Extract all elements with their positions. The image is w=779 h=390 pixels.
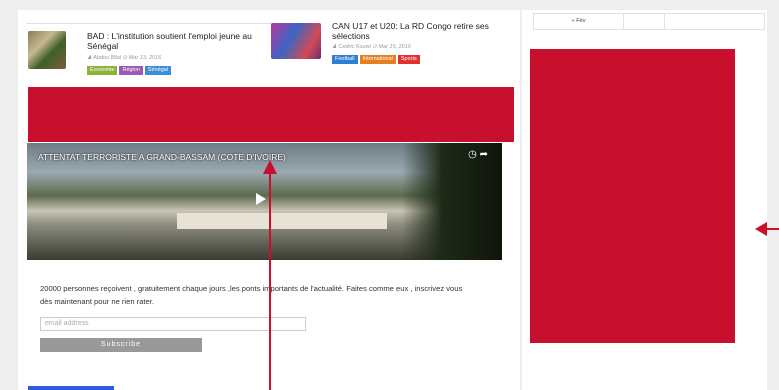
tag[interactable]: Région [119,66,143,75]
article-title[interactable]: CAN U17 et U20: La RD Congo retire ses s… [332,21,507,41]
user-icon: ♟ [332,44,337,50]
tag[interactable]: Economie [87,66,118,75]
article-author[interactable]: Abdou Bilal [93,55,121,61]
video-frame-foliage [402,143,502,260]
article-date: Mar 13, 2016 [128,55,162,61]
tag[interactable]: Sports [397,55,420,64]
sidebar-ad[interactable] [530,49,735,343]
annotation-arrow-line [766,228,779,230]
tag[interactable]: International [359,55,396,64]
article-title[interactable]: BAD : L'institution soutient l'emploi je… [87,31,267,51]
user-icon: ♟ [87,55,92,61]
article-thumbnail[interactable] [271,23,321,59]
annotation-arrow-line [269,174,271,390]
calendar-nav: « Fév [533,13,765,30]
calendar-prev-link[interactable]: « Fév [534,14,625,29]
article-meta: ♟ Abdou Bilal ⊙ Mar 13, 2016 [87,55,161,61]
annotation-arrow-head [263,160,277,174]
video-title[interactable]: ATTENTAT TERRORISTE A GRAND-BASSAM (COTE… [38,152,286,162]
clock-icon: ⊙ [122,55,128,61]
article-author[interactable]: Cedric Kouwi [338,44,370,50]
share-icon[interactable]: ➦ [480,149,488,160]
subscribe-button[interactable]: Subscribe [40,338,202,352]
divider [26,23,272,24]
tag-list: Football International Sports [332,55,420,64]
ad-banner[interactable] [28,87,514,142]
email-input[interactable]: email address [40,317,306,331]
newsletter-text: 20000 personnes reçoivent , gratuitement… [40,284,463,306]
play-icon[interactable] [256,193,266,205]
tag-list: Economie Région Sénégal [87,66,172,75]
article-date: Mar 15, 2016 [378,44,411,50]
calendar-nav-cell [624,14,665,29]
clock-icon: ⊙ [372,44,378,50]
video-frame-wall [177,213,387,229]
article-thumbnail[interactable] [28,31,66,69]
video-controls: ◷ ➦ [468,149,488,160]
tag[interactable]: Sénégal [144,66,172,75]
article-meta: ♟ Cedric Kouwi ⊙ Mar 15, 2016 [332,44,411,50]
tag[interactable]: Football [332,55,358,64]
calendar-next-cell [665,14,764,29]
section-accent [28,386,114,390]
clock-icon[interactable]: ◷ [468,149,477,160]
